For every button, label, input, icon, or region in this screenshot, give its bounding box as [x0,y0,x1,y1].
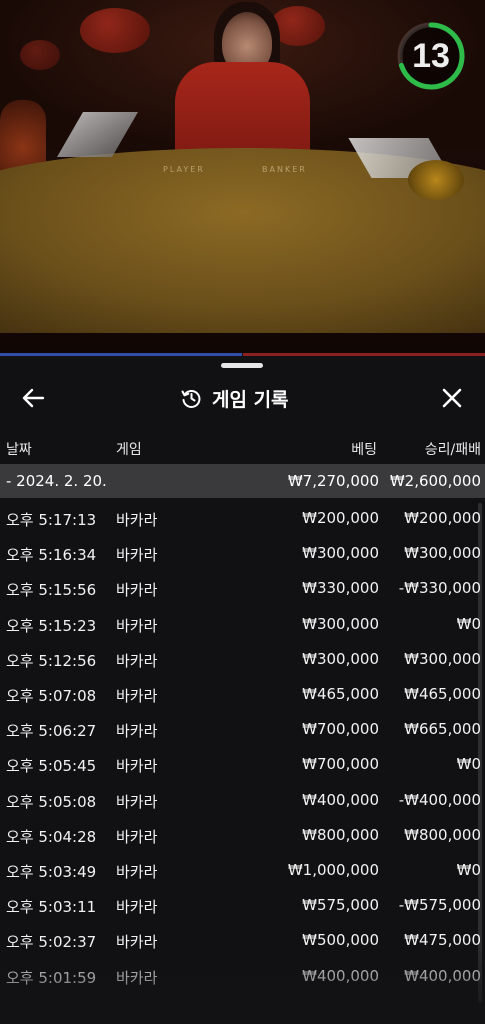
row-game: 바카라 [116,863,158,881]
row-result: ₩800,000 [404,825,481,844]
history-row[interactable]: 오후 5:06:27 바카라 ₩700,000 ₩665,000 [0,712,485,747]
row-bet: ₩200,000 [302,509,379,527]
row-game: 바카라 [116,581,158,600]
lantern-decoration [80,8,150,53]
row-result: -₩400,000 [398,790,481,809]
row-time: 오후 5:06:27 [6,722,97,741]
lantern-decoration [20,40,60,70]
history-row[interactable]: 오후 5:16:34 바카라 ₩300,000 ₩300,000 [0,536,485,571]
row-result: ₩300,000 [404,544,481,563]
history-row[interactable]: 오후 5:05:45 바카라 ₩700,000 ₩0 [0,747,485,782]
row-bet: ₩300,000 [302,614,379,633]
row-time: 오후 5:04:28 [6,827,97,846]
row-time: 오후 5:07:08 [6,687,97,705]
row-game: 바카라 [116,757,158,776]
row-bet: ₩400,000 [302,790,379,809]
row-bet: ₩700,000 [302,720,379,739]
history-row[interactable]: 오후 5:01:59 바카라 ₩400,000 ₩400,000 [0,959,485,994]
row-game: 바카라 [116,827,158,846]
history-row[interactable]: 오후 5:15:56 바카라 ₩330,000 -₩330,000 [0,571,485,606]
row-game: 바카라 [116,511,158,529]
close-button[interactable] [437,383,467,413]
row-time: 오후 5:03:49 [6,863,97,881]
row-game: 바카라 [116,792,158,811]
round-timer: 13 [395,20,467,92]
live-video-feed: PLAYER BANKER 13 [0,0,485,360]
row-game: 바카라 [116,898,158,917]
history-row[interactable]: 오후 5:17:13 바카라 ₩200,000 ₩200,000 [0,501,485,536]
history-row[interactable]: 오후 5:15:23 바카라 ₩300,000 ₩0 [0,607,485,642]
row-bet: ₩300,000 [302,544,379,563]
table-label-banker: BANKER [262,165,307,174]
row-result: ₩400,000 [404,966,481,985]
date-group-row[interactable]: - 2024. 2. 20. ₩7,270,000 ₩2,600,000 [0,464,485,498]
gold-ingot-decoration [408,160,464,200]
row-time: 오후 5:03:11 [6,898,97,917]
row-game: 바카라 [116,722,158,741]
row-bet: ₩500,000 [302,931,379,950]
row-time: 오후 5:05:08 [6,792,97,811]
date-group-result-total: ₩2,600,000 [389,472,481,490]
history-row[interactable]: 오후 5:02:37 바카라 ₩500,000 ₩475,000 [0,923,485,958]
row-time: 오후 5:16:34 [6,546,97,565]
arrow-left-icon [22,388,45,408]
row-bet: ₩700,000 [302,755,379,774]
game-history-panel: 게임 기록 날짜 게임 베팅 승리/패배 - 2024. 2. 20. ₩7,2… [0,353,485,1024]
row-time: 오후 5:01:59 [6,968,97,987]
row-result: -₩575,000 [398,896,481,915]
column-header-date[interactable]: 날짜 [6,439,32,459]
column-header-game[interactable]: 게임 [116,439,142,459]
row-game: 바카라 [116,968,158,987]
banker-bar [243,353,485,356]
drag-handle[interactable] [221,363,263,368]
row-result: -₩330,000 [398,579,481,598]
row-result: ₩465,000 [404,685,481,703]
row-bet: ₩1,000,000 [287,861,379,879]
panel-title: 게임 기록 [212,388,289,411]
row-bet: ₩300,000 [302,649,379,668]
date-group-label: - 2024. 2. 20. [6,472,107,490]
row-bet: ₩400,000 [302,966,379,985]
column-header-bet[interactable]: 베팅 [351,439,377,459]
row-game: 바카라 [116,546,158,565]
history-row[interactable]: 오후 5:07:08 바카라 ₩465,000 ₩465,000 [0,677,485,712]
row-result: ₩200,000 [404,509,481,527]
close-icon [442,388,462,408]
back-button[interactable] [18,383,48,413]
player-bar [0,353,242,356]
row-result: ₩665,000 [404,720,481,739]
row-time: 오후 5:02:37 [6,933,97,952]
row-time: 오후 5:17:13 [6,511,97,529]
row-bet: ₩330,000 [302,579,379,598]
scrollbar[interactable] [478,503,482,1003]
table-label-player: PLAYER [163,165,205,174]
row-time: 오후 5:15:23 [6,616,97,635]
timer-value: 13 [412,37,450,75]
date-group-bet-total: ₩7,270,000 [287,472,379,490]
row-game: 바카라 [116,687,158,705]
row-time: 오후 5:15:56 [6,581,97,600]
row-game: 바카라 [116,616,158,635]
row-time: 오후 5:05:45 [6,757,97,776]
row-time: 오후 5:12:56 [6,651,97,670]
row-bet: ₩575,000 [302,896,379,915]
history-row[interactable]: 오후 5:04:28 바카라 ₩800,000 ₩800,000 [0,818,485,853]
panel-header: 게임 기록 [0,375,485,419]
history-clock-icon [181,390,201,408]
row-bet: ₩465,000 [302,685,379,703]
history-row[interactable]: 오후 5:03:11 바카라 ₩575,000 -₩575,000 [0,888,485,923]
panel-title-group: 게임 기록 [180,383,289,413]
row-result: ₩300,000 [404,649,481,668]
row-game: 바카라 [116,933,158,952]
history-row[interactable]: 오후 5:03:49 바카라 ₩1,000,000 ₩0 [0,853,485,888]
column-header-result[interactable]: 승리/패배 [425,439,481,459]
dealer-body [175,62,310,162]
history-row[interactable]: 오후 5:12:56 바카라 ₩300,000 ₩300,000 [0,642,485,677]
row-result: ₩475,000 [404,931,481,950]
history-row[interactable]: 오후 5:05:08 바카라 ₩400,000 -₩400,000 [0,783,485,818]
row-bet: ₩800,000 [302,825,379,844]
row-game: 바카라 [116,651,158,670]
